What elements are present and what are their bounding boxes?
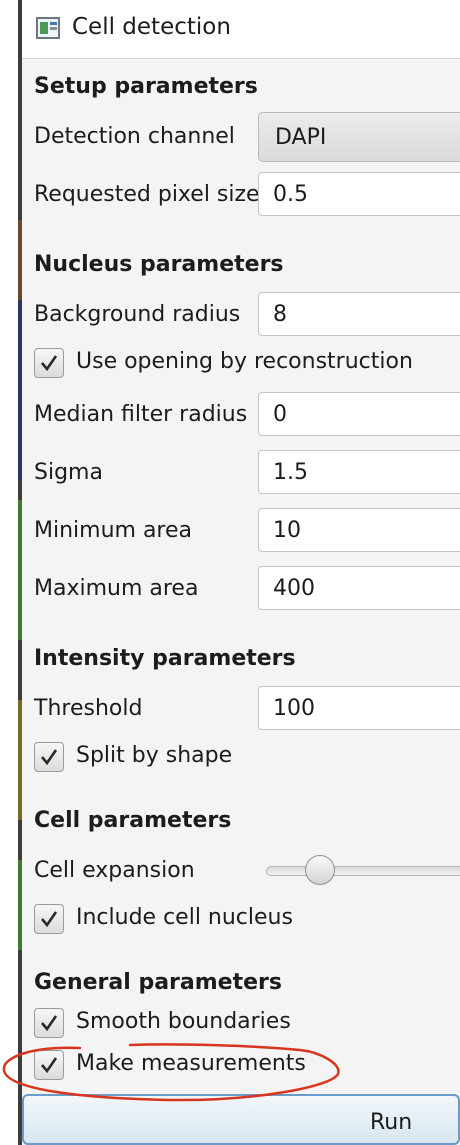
red-annotation-circle [2, 1043, 340, 1102]
